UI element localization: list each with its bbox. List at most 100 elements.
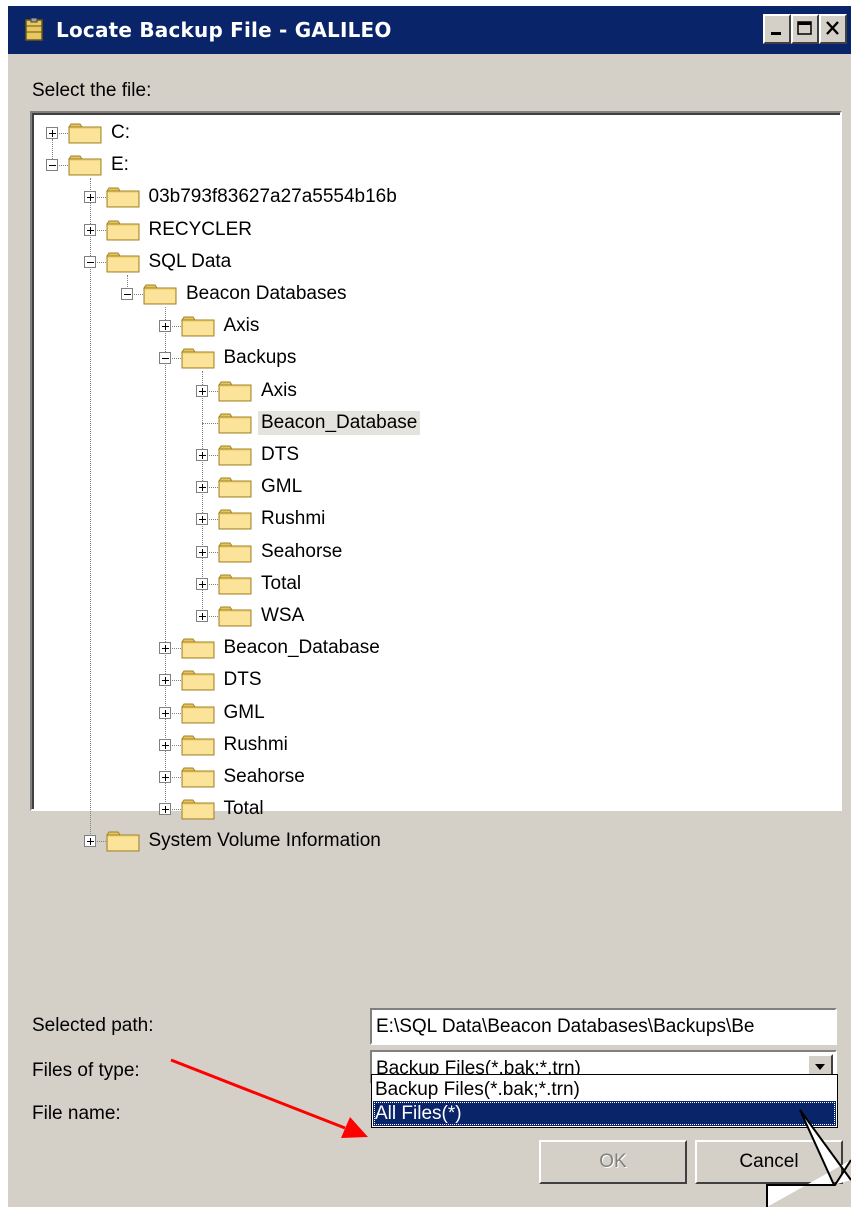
minimize-icon [771,32,781,35]
tree-node-label: GML [261,476,303,498]
expand-icon[interactable] [158,706,171,719]
folder-icon [218,380,252,402]
tree-node-label: Beacon_Database [258,410,421,435]
expand-icon[interactable] [158,320,171,333]
expand-icon[interactable] [46,127,58,139]
expand-icon[interactable] [196,545,208,558]
expand-icon[interactable] [196,610,208,622]
expand-icon[interactable] [158,674,171,687]
folder-icon [68,122,102,144]
folder-icon [218,573,252,595]
folder-tree[interactable]: C: E: 03b793f83627a27a5554b16b RECYCLER SQL … [30,111,842,852]
folder-icon [180,702,215,724]
file-type-option[interactable]: Backup Files(*.bak;*.trn) [373,1077,836,1102]
file-type-option-highlighted[interactable]: All Files(*) [373,1101,836,1126]
tree-node[interactable]: DTS [218,442,302,468]
tree-node[interactable]: GML [218,474,305,500]
tree-node-label: Beacon_Database [223,637,380,659]
selected-path-field[interactable]: E:\SQL Data\Beacon Databases\Backups\Be [370,1008,837,1045]
expand-icon[interactable] [83,191,96,204]
tree-node-label: System Volume Information [148,830,381,852]
tree-node-label: DTS [223,669,262,691]
file-type-dropdown-list: Backup Files(*.bak;*.trn) All Files(*) [371,1074,838,1128]
tree-node-selected[interactable]: Beacon_Database [218,410,421,436]
tree-node[interactable]: 03b793f83627a27a5554b16b [105,184,400,210]
tree-node-label: C: [111,122,130,143]
tree-node-label: DTS [261,444,299,465]
collapse-icon[interactable] [83,255,96,268]
expand-icon[interactable] [158,771,171,783]
close-icon [826,21,839,35]
tree-node[interactable]: Axis [180,313,263,339]
collapse-icon[interactable] [121,288,133,300]
expand-icon[interactable] [196,513,208,526]
tree-node-label: Seahorse [223,766,305,787]
tree-node[interactable]: System Volume Information [105,828,384,854]
expand-icon[interactable] [158,738,171,751]
tree-node[interactable]: E: [68,152,132,178]
select-file-label: Select the file: [32,80,152,101]
tree-node-label: Rushmi [261,508,326,530]
tree-node[interactable]: Seahorse [180,764,308,790]
maximize-icon [797,21,812,35]
tree-node[interactable]: GML [180,700,268,726]
folder-icon [218,412,252,434]
tree-node[interactable]: Total [180,796,267,822]
tree-node[interactable]: WSA [218,603,307,629]
tree-node[interactable]: C: [68,120,133,146]
tree-node[interactable]: Rushmi [180,732,291,758]
expand-icon[interactable] [196,577,208,590]
tree-node[interactable]: Beacon Databases [143,281,350,307]
tree-node[interactable]: Backups [180,345,300,371]
selected-path-label: Selected path: [32,1015,154,1036]
folder-icon [180,798,215,820]
folder-icon [218,476,252,498]
close-button[interactable] [819,14,847,44]
tree-node[interactable]: DTS [180,667,265,693]
title-bar: Locate Backup File - GALILEO [8,6,851,54]
tree-node-label: E: [111,154,129,176]
expand-icon[interactable] [196,481,208,494]
folder-icon [180,766,215,788]
folder-icon [218,541,252,563]
folder-tree-content: C: E: 03b793f83627a27a5554b16b RECYCLER SQL … [34,115,842,852]
expand-icon[interactable] [158,642,171,655]
folder-icon [105,830,140,852]
tree-node-label: Axis [261,379,297,401]
folder-icon [180,637,215,659]
tree-node-label: 03b793f83627a27a5554b16b [148,186,397,208]
tree-node[interactable]: Rushmi [218,506,328,532]
tree-node-label: Axis [223,315,260,337]
maximize-button[interactable] [791,14,819,44]
minimize-button[interactable] [763,14,791,44]
folder-icon [218,444,252,466]
tree-node[interactable]: Seahorse [218,539,345,565]
expand-icon[interactable] [196,449,208,461]
tree-node-label: WSA [261,605,305,626]
tree-node[interactable]: Total [218,571,304,597]
files-of-type-label: Files of type: [32,1060,140,1081]
collapse-icon[interactable] [46,159,58,172]
tree-node[interactable]: Beacon_Database [180,635,383,661]
folder-icon [218,508,252,530]
expand-icon[interactable] [196,384,208,397]
folder-icon [180,347,215,369]
tree-node-label: Backups [223,347,297,369]
folder-icon [180,315,215,337]
tree-node[interactable]: RECYCLER [105,217,255,243]
collapse-icon[interactable] [158,352,171,365]
tree-connector-line [89,178,91,843]
folder-icon [105,186,140,208]
tree-node[interactable]: Axis [218,378,300,404]
ok-button[interactable]: OK [539,1140,687,1184]
tree-connector-line [164,307,166,811]
expand-icon[interactable] [83,223,96,236]
expand-icon[interactable] [83,835,96,848]
database-icon [25,18,43,41]
tree-node[interactable]: SQL Data [105,249,235,275]
tree-node-label: Beacon Databases [186,283,347,304]
cancel-button[interactable]: Cancel [695,1140,843,1184]
folder-icon [143,283,177,305]
locate-backup-file-dialog: Locate Backup File - GALILEO Select the … [8,6,851,1207]
expand-icon[interactable] [158,803,171,816]
